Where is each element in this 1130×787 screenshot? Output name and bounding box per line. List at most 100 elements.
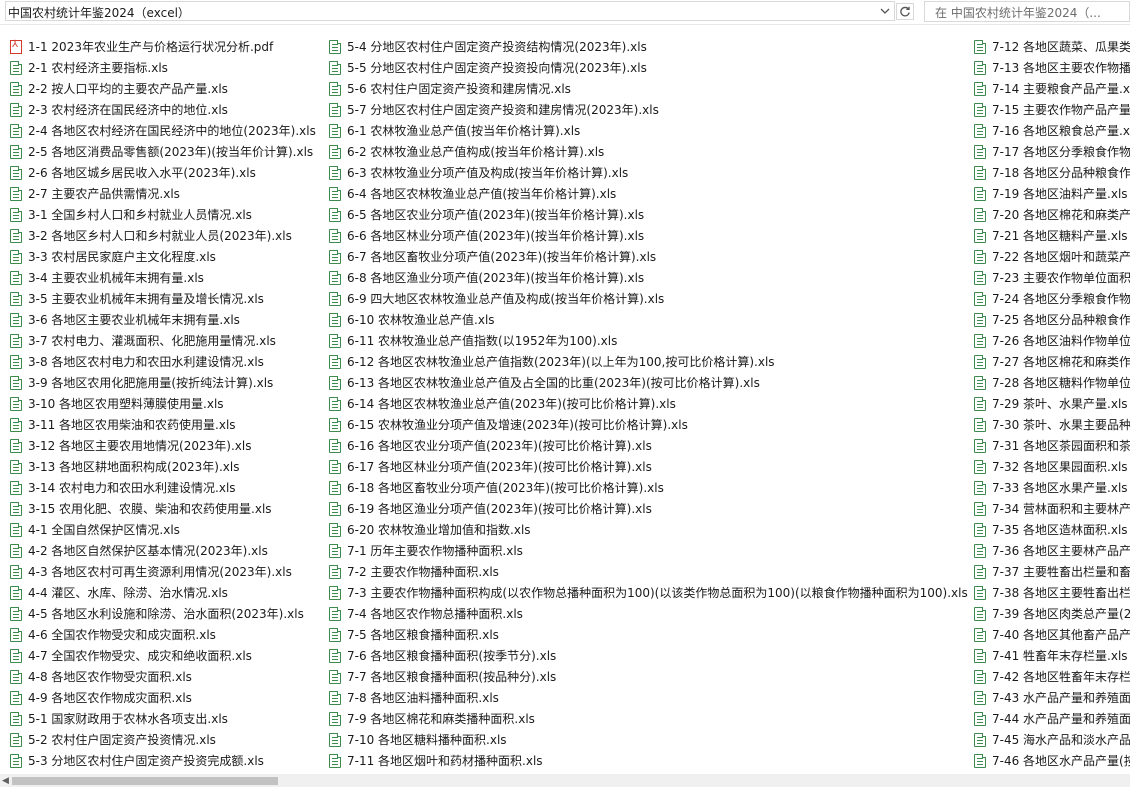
file-item[interactable]: 7-2 主要农作物播种面积.xls: [329, 561, 968, 582]
file-item[interactable]: 3-10 各地区农用塑料薄膜使用量.xls: [10, 393, 316, 414]
file-item[interactable]: 7-4 各地区农作物总播种面积.xls: [329, 603, 968, 624]
file-item[interactable]: 7-8 各地区油料播种面积.xls: [329, 687, 968, 708]
file-item[interactable]: 4-2 各地区自然保护区基本情况(2023年).xls: [10, 540, 316, 561]
file-item[interactable]: 3-4 主要农业机械年末拥有量.xls: [10, 267, 316, 288]
search-input[interactable]: 在 中国农村统计年鉴2024（...: [935, 4, 1101, 21]
file-item[interactable]: 6-14 各地区农林牧渔业总产值(2023年)(按可比价格计算).xls: [329, 393, 968, 414]
file-item[interactable]: 2-4 各地区农村经济在国民经济中的地位(2023年).xls: [10, 120, 316, 141]
file-item[interactable]: 6-13 各地区农林牧渔业总产值及占全国的比重(2023年)(按可比价格计算).…: [329, 372, 968, 393]
file-item[interactable]: 3-1 全国乡村人口和乡村就业人员情况.xls: [10, 204, 316, 225]
file-item[interactable]: 7-5 各地区粮食播种面积.xls: [329, 624, 968, 645]
file-item[interactable]: 3-7 农村电力、灌溉面积、化肥施用量情况.xls: [10, 330, 316, 351]
file-item[interactable]: 7-36 各地区主要林产品产: [974, 540, 1130, 561]
file-item[interactable]: 6-6 各地区林业分项产值(2023年)(按当年价格计算).xls: [329, 225, 968, 246]
file-item[interactable]: 5-2 农村住户固定资产投资情况.xls: [10, 729, 316, 750]
file-item[interactable]: 7-30 茶叶、水果主要品种: [974, 414, 1130, 435]
file-item[interactable]: 6-11 农林牧渔业总产值指数(以1952年为100).xls: [329, 330, 968, 351]
file-item[interactable]: 7-11 各地区烟叶和药材播种面积.xls: [329, 750, 968, 771]
file-item[interactable]: 7-21 各地区糖料产量.xls: [974, 225, 1130, 246]
file-item[interactable]: 3-3 农村居民家庭户主文化程度.xls: [10, 246, 316, 267]
file-item[interactable]: 6-4 各地区农林牧渔业总产值(按当年价格计算).xls: [329, 183, 968, 204]
file-item[interactable]: 4-8 各地区农作物受灾面积.xls: [10, 666, 316, 687]
file-item[interactable]: 3-11 各地区农用柴油和农药使用量.xls: [10, 414, 316, 435]
file-item[interactable]: 7-9 各地区棉花和麻类播种面积.xls: [329, 708, 968, 729]
file-item[interactable]: 7-35 各地区造林面积.xls: [974, 519, 1130, 540]
file-item[interactable]: 3-15 农用化肥、农膜、柴油和农药使用量.xls: [10, 498, 316, 519]
file-item[interactable]: 2-6 各地区城乡居民收入水平(2023年).xls: [10, 162, 316, 183]
file-item[interactable]: 6-20 农林牧渔业增加值和指数.xls: [329, 519, 968, 540]
file-item[interactable]: 2-1 农村经济主要指标.xls: [10, 57, 316, 78]
file-item[interactable]: 2-2 按人口平均的主要农产品产量.xls: [10, 78, 316, 99]
file-item[interactable]: 6-17 各地区林业分项产值(2023年)(按可比价格计算).xls: [329, 456, 968, 477]
path-field[interactable]: 中国农村统计年鉴2024（excel）: [5, 1, 895, 21]
file-item[interactable]: 6-16 各地区农业分项产值(2023年)(按可比价格计算).xls: [329, 435, 968, 456]
file-item[interactable]: 7-15 主要农作物产品产量: [974, 99, 1130, 120]
file-item[interactable]: 6-7 各地区畜牧业分项产值(2023年)(按当年价格计算).xls: [329, 246, 968, 267]
file-item[interactable]: 5-7 分地区农村住户固定资产投资和建房情况(2023年).xls: [329, 99, 968, 120]
file-item[interactable]: 7-33 各地区水果产量.xls: [974, 477, 1130, 498]
file-item[interactable]: 7-17 各地区分季粮食作物: [974, 141, 1130, 162]
file-item[interactable]: 7-31 各地区茶园面积和茶: [974, 435, 1130, 456]
file-item[interactable]: 7-25 各地区分品种粮食作: [974, 309, 1130, 330]
file-item[interactable]: 7-3 主要农作物播种面积构成(以农作物总播种面积为100)(以该类作物总面积为…: [329, 582, 968, 603]
file-item[interactable]: 7-1 历年主要农作物播种面积.xls: [329, 540, 968, 561]
file-item[interactable]: 7-44 水产品产量和养殖面: [974, 708, 1130, 729]
file-item[interactable]: 7-42 各地区牲畜年末存栏: [974, 666, 1130, 687]
file-item[interactable]: 5-4 分地区农村住户固定资产投资结构情况(2023年).xls: [329, 36, 968, 57]
file-item[interactable]: 3-8 各地区农村电力和农田水利建设情况.xls: [10, 351, 316, 372]
file-item[interactable]: 6-1 农林牧渔业总产值(按当年价格计算).xls: [329, 120, 968, 141]
scrollbar-thumb[interactable]: [12, 777, 278, 785]
file-item[interactable]: 4-3 各地区农村可再生资源利用情况(2023年).xls: [10, 561, 316, 582]
path-text[interactable]: 中国农村统计年鉴2024（excel）: [8, 4, 190, 21]
file-item[interactable]: 7-38 各地区主要牲畜出栏: [974, 582, 1130, 603]
file-item[interactable]: 7-23 主要农作物单位面积: [974, 267, 1130, 288]
file-item[interactable]: 7-27 各地区棉花和麻类作: [974, 351, 1130, 372]
chevron-down-icon[interactable]: [877, 3, 893, 19]
file-item[interactable]: 7-46 各地区水产品产量(按: [974, 750, 1130, 771]
file-item[interactable]: 7-13 各地区主要农作物播: [974, 57, 1130, 78]
file-item[interactable]: 7-6 各地区粮食播种面积(按季节分).xls: [329, 645, 968, 666]
search-box[interactable]: 在 中国农村统计年鉴2024（...: [924, 1, 1130, 22]
file-item[interactable]: 4-6 全国农作物受灾和成灾面积.xls: [10, 624, 316, 645]
file-item[interactable]: 7-39 各地区肉类总产量(2: [974, 603, 1130, 624]
file-item[interactable]: 7-12 各地区蔬菜、瓜果类: [974, 36, 1130, 57]
file-item[interactable]: 2-3 农村经济在国民经济中的地位.xls: [10, 99, 316, 120]
file-item[interactable]: 7-40 各地区其他畜产品产: [974, 624, 1130, 645]
file-item[interactable]: 7-18 各地区分品种粮食作: [974, 162, 1130, 183]
file-item[interactable]: 1-1 2023年农业生产与价格运行状况分析.pdf: [10, 36, 316, 57]
file-item[interactable]: 3-6 各地区主要农业机械年末拥有量.xls: [10, 309, 316, 330]
file-item[interactable]: 6-2 农林牧渔业总产值构成(按当年价格计算).xls: [329, 141, 968, 162]
file-item[interactable]: 2-7 主要农产品供需情况.xls: [10, 183, 316, 204]
file-item[interactable]: 7-7 各地区粮食播种面积(按品种分).xls: [329, 666, 968, 687]
file-item[interactable]: 7-34 营林面积和主要林产: [974, 498, 1130, 519]
file-item[interactable]: 7-32 各地区果园面积.xls: [974, 456, 1130, 477]
file-item[interactable]: 6-5 各地区农业分项产值(2023年)(按当年价格计算).xls: [329, 204, 968, 225]
file-item[interactable]: 7-22 各地区烟叶和蔬菜产: [974, 246, 1130, 267]
file-item[interactable]: 4-1 全国自然保护区情况.xls: [10, 519, 316, 540]
file-item[interactable]: 6-18 各地区畜牧业分项产值(2023年)(按可比价格计算).xls: [329, 477, 968, 498]
file-item[interactable]: 2-5 各地区消费品零售额(2023年)(按当年价计算).xls: [10, 141, 316, 162]
file-item[interactable]: 6-8 各地区渔业分项产值(2023年)(按当年价格计算).xls: [329, 267, 968, 288]
file-item[interactable]: 4-7 全国农作物受灾、成灾和绝收面积.xls: [10, 645, 316, 666]
file-item[interactable]: 3-13 各地区耕地面积构成(2023年).xls: [10, 456, 316, 477]
file-item[interactable]: 3-9 各地区农用化肥施用量(按折纯法计算).xls: [10, 372, 316, 393]
file-item[interactable]: 5-5 分地区农村住户固定资产投资投向情况(2023年).xls: [329, 57, 968, 78]
file-item[interactable]: 7-20 各地区棉花和麻类产: [974, 204, 1130, 225]
file-item[interactable]: 7-28 各地区糖料作物单位: [974, 372, 1130, 393]
file-item[interactable]: 7-19 各地区油料产量.xls: [974, 183, 1130, 204]
file-item[interactable]: 7-16 各地区粮食总产量.x: [974, 120, 1130, 141]
refresh-icon[interactable]: [896, 3, 914, 20]
file-item[interactable]: 6-12 各地区农林牧渔业总产值指数(2023年)(以上年为100,按可比价格计…: [329, 351, 968, 372]
file-item[interactable]: 5-1 国家财政用于农林水各项支出.xls: [10, 708, 316, 729]
file-item[interactable]: 7-43 水产品产量和养殖面: [974, 687, 1130, 708]
file-item[interactable]: 3-5 主要农业机械年末拥有量及增长情况.xls: [10, 288, 316, 309]
file-item[interactable]: 5-6 农村住户固定资产投资和建房情况.xls: [329, 78, 968, 99]
file-item[interactable]: 6-10 农林牧渔业总产值.xls: [329, 309, 968, 330]
file-item[interactable]: 7-10 各地区糖料播种面积.xls: [329, 729, 968, 750]
horizontal-scrollbar[interactable]: ◀: [0, 774, 1130, 787]
file-item[interactable]: 7-26 各地区油料作物单位: [974, 330, 1130, 351]
file-item[interactable]: 4-4 灌区、水库、除涝、治水情况.xls: [10, 582, 316, 603]
file-item[interactable]: 7-37 主要牲畜出栏量和畜: [974, 561, 1130, 582]
file-item[interactable]: 3-12 各地区主要农用地情况(2023年).xls: [10, 435, 316, 456]
file-item[interactable]: 7-45 海水产品和淡水产品: [974, 729, 1130, 750]
